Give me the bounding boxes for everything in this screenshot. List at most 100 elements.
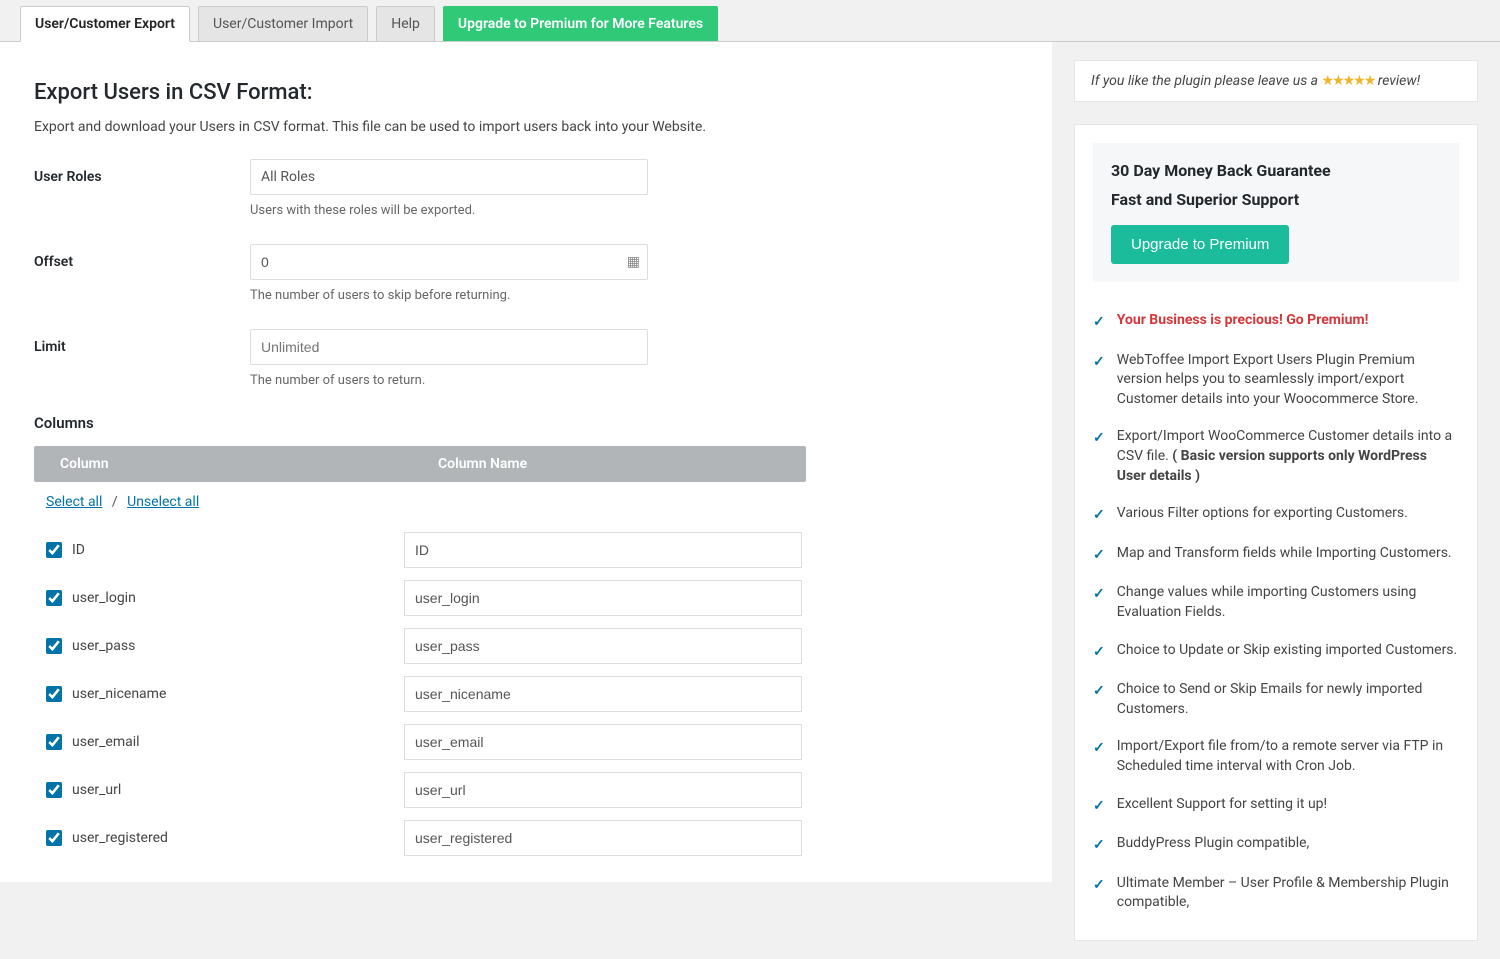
column-name-input[interactable] xyxy=(404,532,802,568)
page-description: Export and download your Users in CSV fo… xyxy=(34,119,1018,135)
feature-item: ✓ Import/Export file from/to a remote ser… xyxy=(1093,728,1459,785)
feature-text: Choice to Update or Skip existing import… xyxy=(1117,641,1458,661)
column-key: user_url xyxy=(72,782,121,798)
column-checkbox[interactable] xyxy=(46,734,62,750)
upgrade-premium-button[interactable]: Upgrade to Premium xyxy=(1111,225,1289,264)
column-row: ID xyxy=(34,526,806,574)
column-key: user_pass xyxy=(72,638,135,654)
feature-item: ✓ WebToffee Import Export Users Plugin Pr… xyxy=(1093,342,1459,419)
limit-input[interactable] xyxy=(250,329,648,365)
limit-help: The number of users to return. xyxy=(250,373,1018,388)
check-icon: ✓ xyxy=(1093,506,1105,526)
column-name-input[interactable] xyxy=(404,580,802,616)
feature-text: Export/Import WooCommerce Customer detai… xyxy=(1117,427,1459,486)
column-row: user_email xyxy=(34,718,806,766)
check-icon: ✓ xyxy=(1093,585,1105,605)
column-key: user_login xyxy=(72,590,136,606)
check-icon: ✓ xyxy=(1093,313,1105,333)
select-all-link[interactable]: Select all xyxy=(46,494,102,510)
user-roles-help: Users with these roles will be exported. xyxy=(250,203,1018,218)
star-icon[interactable]: ★★★★★ xyxy=(1322,73,1375,89)
feature-item: ✓ Choice to Update or Skip existing impor… xyxy=(1093,632,1459,672)
column-key: ID xyxy=(72,542,85,558)
user-roles-select[interactable]: All Roles xyxy=(250,159,648,195)
column-name-input[interactable] xyxy=(404,676,802,712)
column-checkbox[interactable] xyxy=(46,590,62,606)
feature-item: ✓ Change values while importing Customers… xyxy=(1093,574,1459,631)
feature-text: Your Business is precious! Go Premium! xyxy=(1117,311,1369,331)
feature-item: ✓ Choice to Send or Skip Emails for newly… xyxy=(1093,671,1459,728)
feature-text: BuddyPress Plugin compatible, xyxy=(1117,834,1310,854)
feature-item: ✓ Ultimate Member – User Profile & Member… xyxy=(1093,865,1459,922)
column-row: user_nicename xyxy=(34,670,806,718)
limit-label: Limit xyxy=(34,329,250,355)
tabs-bar: User/Customer Export User/Customer Impor… xyxy=(0,0,1500,42)
column-row: user_registered xyxy=(34,814,806,862)
column-checkbox[interactable] xyxy=(46,782,62,798)
check-icon: ✓ xyxy=(1093,876,1105,896)
field-offset: Offset ▦ The number of users to skip bef… xyxy=(34,244,1018,303)
feature-text: Import/Export file from/to a remote serv… xyxy=(1117,737,1459,776)
sidebar: If you like the plugin please leave us a… xyxy=(1052,42,1500,959)
review-text-suffix: review! xyxy=(1374,73,1420,89)
column-checkbox[interactable] xyxy=(46,638,62,654)
offset-help: The number of users to skip before retur… xyxy=(250,288,1018,303)
offset-label: Offset xyxy=(34,244,250,270)
feature-item: ✓ Map and Transform fields while Importin… xyxy=(1093,535,1459,575)
columns-header-column: Column xyxy=(48,456,406,472)
column-name-input[interactable] xyxy=(404,772,802,808)
feature-item: ✓ Export/Import WooCommerce Customer deta… xyxy=(1093,418,1459,495)
field-limit: Limit The number of users to return. xyxy=(34,329,1018,388)
column-checkbox[interactable] xyxy=(46,830,62,846)
guarantee-text: 30 Day Money Back Guarantee xyxy=(1111,161,1441,180)
columns-header: Column Column Name xyxy=(34,446,806,482)
check-icon: ✓ xyxy=(1093,546,1105,566)
number-stepper-icon[interactable]: ▦ xyxy=(627,254,640,270)
review-text-prefix: If you like the plugin please leave us a xyxy=(1091,73,1322,89)
column-key: user_email xyxy=(72,734,140,750)
tab-import[interactable]: User/Customer Import xyxy=(198,6,368,41)
review-box: If you like the plugin please leave us a… xyxy=(1074,60,1478,102)
tab-upgrade[interactable]: Upgrade to Premium for More Features xyxy=(443,6,718,41)
feature-text: Map and Transform fields while Importing… xyxy=(1117,544,1452,564)
check-icon: ✓ xyxy=(1093,739,1105,759)
select-links: Select all / Unselect all xyxy=(46,494,1018,510)
check-icon: ✓ xyxy=(1093,682,1105,702)
columns-list: ID user_login user_pass user_nicename user_e… xyxy=(34,526,1018,862)
column-name-input[interactable] xyxy=(404,724,802,760)
check-icon: ✓ xyxy=(1093,836,1105,856)
check-icon: ✓ xyxy=(1093,643,1105,663)
unselect-all-link[interactable]: Unselect all xyxy=(127,494,199,510)
columns-header-name: Column Name xyxy=(406,456,792,472)
user-roles-label: User Roles xyxy=(34,159,250,185)
column-checkbox[interactable] xyxy=(46,686,62,702)
promo-inner: 30 Day Money Back Guarantee Fast and Sup… xyxy=(1093,143,1459,282)
feature-text: Ultimate Member – User Profile & Members… xyxy=(1117,874,1459,913)
page-title: Export Users in CSV Format: xyxy=(34,80,1018,105)
column-checkbox[interactable] xyxy=(46,542,62,558)
feature-text: Change values while importing Customers … xyxy=(1117,583,1459,622)
feature-text: Various Filter options for exporting Cus… xyxy=(1117,504,1408,524)
column-key: user_registered xyxy=(72,830,168,846)
column-row: user_login xyxy=(34,574,806,622)
feature-list: ✓ Your Business is precious! Go Premium! ✓… xyxy=(1093,302,1459,922)
column-name-input[interactable] xyxy=(404,628,802,664)
separator: / xyxy=(106,494,124,510)
feature-text: WebToffee Import Export Users Plugin Pre… xyxy=(1117,351,1459,410)
feature-text: Choice to Send or Skip Emails for newly … xyxy=(1117,680,1459,719)
check-icon: ✓ xyxy=(1093,353,1105,373)
feature-item: ✓ Excellent Support for setting it up! xyxy=(1093,786,1459,826)
feature-text: Excellent Support for setting it up! xyxy=(1117,795,1327,815)
feature-item: ✓ Various Filter options for exporting Cu… xyxy=(1093,495,1459,535)
column-key: user_nicename xyxy=(72,686,166,702)
column-name-input[interactable] xyxy=(404,820,802,856)
check-icon: ✓ xyxy=(1093,429,1105,449)
promo-box: 30 Day Money Back Guarantee Fast and Sup… xyxy=(1074,124,1478,941)
offset-input[interactable] xyxy=(250,244,648,280)
feature-item: ✓ BuddyPress Plugin compatible, xyxy=(1093,825,1459,865)
main-content: Export Users in CSV Format: Export and d… xyxy=(0,42,1052,882)
tab-help[interactable]: Help xyxy=(376,6,435,41)
tab-export[interactable]: User/Customer Export xyxy=(20,6,190,42)
column-row: user_url xyxy=(34,766,806,814)
check-icon: ✓ xyxy=(1093,797,1105,817)
